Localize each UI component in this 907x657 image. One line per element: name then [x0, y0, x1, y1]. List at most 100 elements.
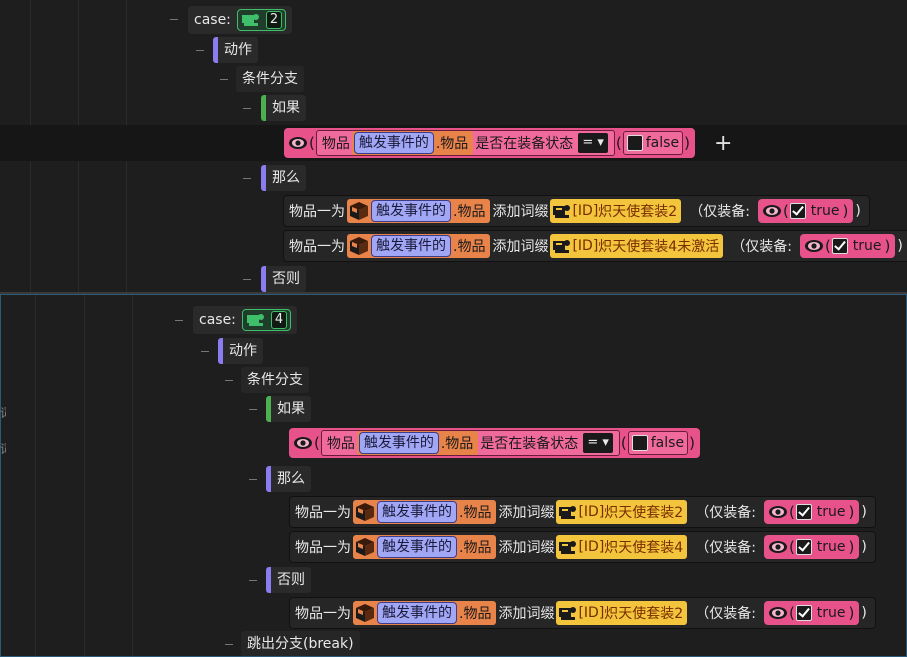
equip-bool[interactable]: ( true )	[763, 601, 860, 625]
item-block[interactable]: 触发事件的 .物品	[353, 500, 497, 524]
checkbox[interactable]	[631, 435, 648, 451]
item-prop: .物品	[459, 540, 492, 556]
affix-name: 炽天使套装4未激活	[598, 239, 720, 255]
affix-icon	[558, 504, 578, 520]
branch-node[interactable]: 条件分支	[241, 367, 309, 393]
checkbox-checked[interactable]	[831, 238, 848, 254]
condition-expression[interactable]: ( 物品 触发事件的 .物品 是否在装备状态 = ▾ ( false )	[284, 128, 695, 158]
item-prop: .物品	[459, 505, 492, 521]
operator-select[interactable]: = ▾	[583, 433, 613, 453]
eye-icon[interactable]	[768, 504, 788, 520]
condition-row[interactable]: ( 物品 触发事件的 .物品 是否在装备状态 = ▾ ( false )	[289, 428, 700, 458]
state-text: 是否在装备状态	[480, 436, 579, 452]
item-block[interactable]: 触发事件的 .物品	[353, 535, 497, 559]
add-affix-statement[interactable]: 物品一为 触发事件的 .物品 添加词缀 [ID] 炽天使套装2 （仅装备: ( t…	[289, 597, 876, 629]
script-panel-top: case: 2 动作 条件分支 如果 ( 物品 触发事件的 .物品 是否在装备状…	[0, 0, 907, 294]
case-value[interactable]: 2	[265, 11, 283, 29]
action-node[interactable]: 动作	[218, 338, 263, 364]
case-node[interactable]: case: 4	[193, 306, 298, 334]
trigger-chip[interactable]: 触发事件的	[371, 235, 451, 257]
add-affix-statement[interactable]: 物品一为 触发事件的 .物品 添加词缀 [ID] 炽天使套装4未激活 （仅装备: …	[283, 230, 907, 262]
equip-label: （仅装备:	[695, 505, 756, 521]
cube-icon	[349, 201, 369, 221]
trigger-chip[interactable]: 触发事件的	[377, 501, 457, 523]
affix-chip[interactable]: [ID] 炽天使套装2	[556, 500, 688, 524]
affix-id: [ID]	[578, 605, 605, 621]
item-expression[interactable]: 物品 触发事件的 .物品 是否在装备状态 = ▾	[315, 130, 615, 156]
equip-label: （仅装备:	[731, 239, 792, 255]
tree-connector	[196, 50, 204, 51]
add-affix-statement[interactable]: 物品一为 触发事件的 .物品 添加词缀 [ID] 炽天使套装2 （仅装备: ( t…	[283, 195, 870, 227]
bool-value: true	[816, 605, 846, 621]
action-row[interactable]: 物品一为 触发事件的 .物品 添加词缀 [ID] 炽天使套装2 （仅装备: ( t…	[289, 496, 876, 528]
case-value[interactable]: 4	[270, 311, 288, 329]
action-prefix: 物品一为	[295, 606, 351, 622]
close-paren: )	[861, 605, 867, 621]
checkbox-checked[interactable]	[795, 504, 812, 520]
action-node[interactable]: 动作	[213, 37, 258, 63]
eye-icon[interactable]	[762, 203, 782, 219]
eye-icon[interactable]	[293, 435, 313, 451]
then-node[interactable]: 那么	[266, 466, 311, 492]
affix-name: 炽天使套装2	[604, 606, 684, 622]
equip-bool[interactable]: ( true )	[757, 199, 854, 223]
affix-chip[interactable]: [ID] 炽天使套装2	[550, 199, 682, 223]
operator-select[interactable]: = ▾	[578, 133, 608, 153]
checkbox-checked[interactable]	[795, 539, 812, 555]
add-icon[interactable]: +	[714, 133, 732, 155]
case-badge[interactable]: 4	[242, 309, 292, 331]
trigger-chip[interactable]: 触发事件的	[371, 200, 451, 222]
else-node[interactable]: 否则	[266, 567, 311, 593]
checkbox[interactable]	[626, 135, 643, 151]
eye-icon[interactable]	[768, 605, 788, 621]
action-row[interactable]: 物品一为 触发事件的 .物品 添加词缀 [ID] 炽天使套装2 （仅装备: ( t…	[289, 597, 876, 629]
trigger-chip[interactable]: 触发事件的	[377, 536, 457, 558]
action-row[interactable]: 物品一为 触发事件的 .物品 添加词缀 [ID] 炽天使套装2 （仅装备: ( t…	[283, 195, 870, 227]
eye-icon[interactable]	[288, 135, 308, 151]
action-row[interactable]: 物品一为 触发事件的 .物品 添加词缀 [ID] 炽天使套装4未激活 （仅装备: …	[283, 230, 907, 262]
add-affix-statement[interactable]: 物品一为 触发事件的 .物品 添加词缀 [ID] 炽天使套装4 （仅装备: ( t…	[289, 531, 876, 563]
item-block[interactable]: 触发事件的 .物品	[353, 601, 497, 625]
item-block[interactable]: 触发事件的 .物品	[347, 234, 491, 258]
add-affix-statement[interactable]: 物品一为 触发事件的 .物品 添加词缀 [ID] 炽天使套装2 （仅装备: ( t…	[289, 496, 876, 528]
else-node[interactable]: 否则	[261, 266, 306, 292]
trigger-chip[interactable]: 触发事件的	[358, 432, 439, 454]
affix-chip[interactable]: [ID] 炽天使套装4	[556, 535, 688, 559]
item-expression[interactable]: 物品 触发事件的 .物品 是否在装备状态 = ▾	[320, 430, 620, 456]
bool-false[interactable]: false	[627, 431, 689, 455]
case-badge[interactable]: 2	[237, 9, 287, 31]
script-panel-bottom: case: 4 动作 条件分支 如果 ( 物品 触发事件的 .物品 是否在装备状…	[0, 294, 907, 657]
trigger-chip[interactable]: 触发事件的	[377, 602, 457, 624]
item-prop: .物品	[435, 136, 469, 152]
condition-expression[interactable]: ( 物品 触发事件的 .物品 是否在装备状态 = ▾ ( false )	[289, 428, 700, 458]
item-prop: .物品	[459, 606, 492, 622]
trigger-block[interactable]: 触发事件的 .物品	[356, 431, 479, 455]
if-node[interactable]: 如果	[261, 95, 306, 121]
case-node[interactable]: case: 2	[188, 6, 293, 34]
affix-name: 炽天使套装2	[604, 505, 684, 521]
trigger-chip[interactable]: 触发事件的	[353, 132, 434, 154]
affix-id: [ID]	[578, 504, 605, 520]
bool-value: true	[852, 238, 882, 254]
verb-text: 添加词缀	[492, 239, 549, 255]
affix-id: [ID]	[572, 203, 599, 219]
equip-bool[interactable]: ( true )	[763, 500, 860, 524]
eye-icon[interactable]	[804, 238, 824, 254]
branch-node[interactable]: 条件分支	[236, 66, 304, 92]
condition-row[interactable]: ( 物品 触发事件的 .物品 是否在装备状态 = ▾ ( false )	[284, 128, 695, 158]
equip-bool[interactable]: ( true )	[799, 234, 896, 258]
action-row[interactable]: 物品一为 触发事件的 .物品 添加词缀 [ID] 炽天使套装4 （仅装备: ( t…	[289, 531, 876, 563]
checkbox-checked[interactable]	[789, 203, 806, 219]
equip-bool[interactable]: ( true )	[763, 535, 860, 559]
item-block[interactable]: 触发事件的 .物品	[347, 199, 491, 223]
if-node[interactable]: 如果	[266, 396, 311, 422]
affix-chip[interactable]: [ID] 炽天使套装2	[556, 601, 688, 625]
then-node[interactable]: 那么	[261, 165, 306, 191]
left-edge-glyph: 词	[0, 440, 6, 457]
eye-icon[interactable]	[768, 539, 788, 555]
break-node[interactable]: 跳出分支(break)	[241, 631, 360, 656]
checkbox-checked[interactable]	[795, 605, 812, 621]
affix-chip[interactable]: [ID] 炽天使套装4未激活	[550, 234, 724, 258]
bool-false[interactable]: false	[622, 131, 684, 155]
trigger-block[interactable]: 触发事件的 .物品	[351, 131, 474, 155]
